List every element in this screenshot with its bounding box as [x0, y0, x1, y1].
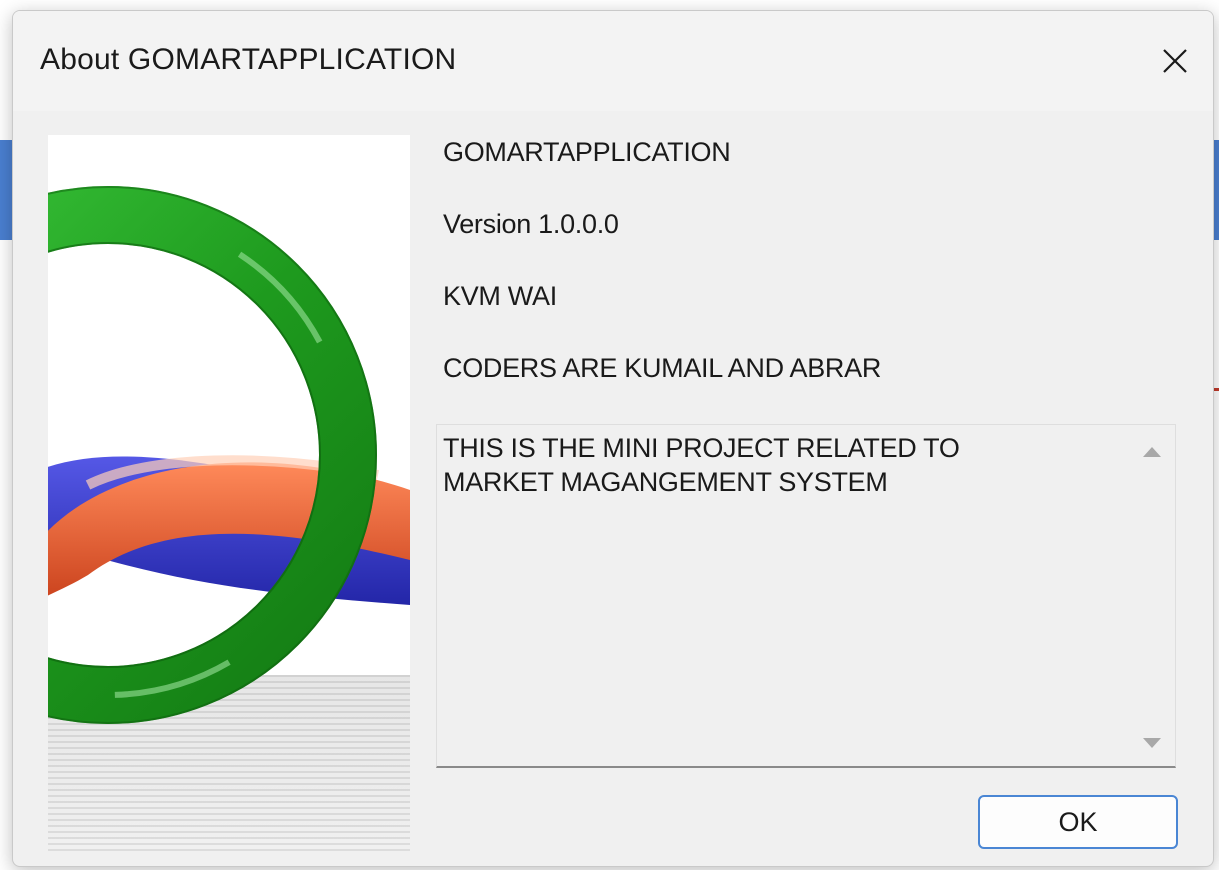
logo-image: [48, 135, 410, 851]
background-stripe-left: [0, 140, 12, 240]
description-text: THIS IS THE MINI PROJECT RELATED TO MARK…: [443, 433, 960, 497]
product-name: GOMARTAPPLICATION: [443, 137, 731, 167]
copyright-label: CODERS ARE KUMAIL AND ABRAR: [443, 353, 882, 383]
dialog-title: About GOMARTAPPLICATION: [40, 43, 457, 76]
scroll-up-icon[interactable]: [1143, 447, 1161, 457]
ok-button[interactable]: OK: [978, 795, 1178, 849]
scroll-down-icon[interactable]: [1143, 738, 1161, 748]
interlocking-rings-logo: [48, 135, 410, 851]
vertical-scrollbar[interactable]: [1131, 425, 1175, 766]
version-label: Version 1.0.0.0: [443, 209, 619, 239]
close-icon: [1163, 49, 1187, 73]
close-button[interactable]: [1147, 33, 1203, 89]
about-dialog: About GOMARTAPPLICATION GOMARTAPPLICATIO…: [12, 10, 1214, 867]
description-textbox[interactable]: THIS IS THE MINI PROJECT RELATED TO MARK…: [436, 424, 1176, 768]
company-name: KVM WAI: [443, 281, 557, 311]
title-bar: About GOMARTAPPLICATION: [13, 11, 1213, 111]
